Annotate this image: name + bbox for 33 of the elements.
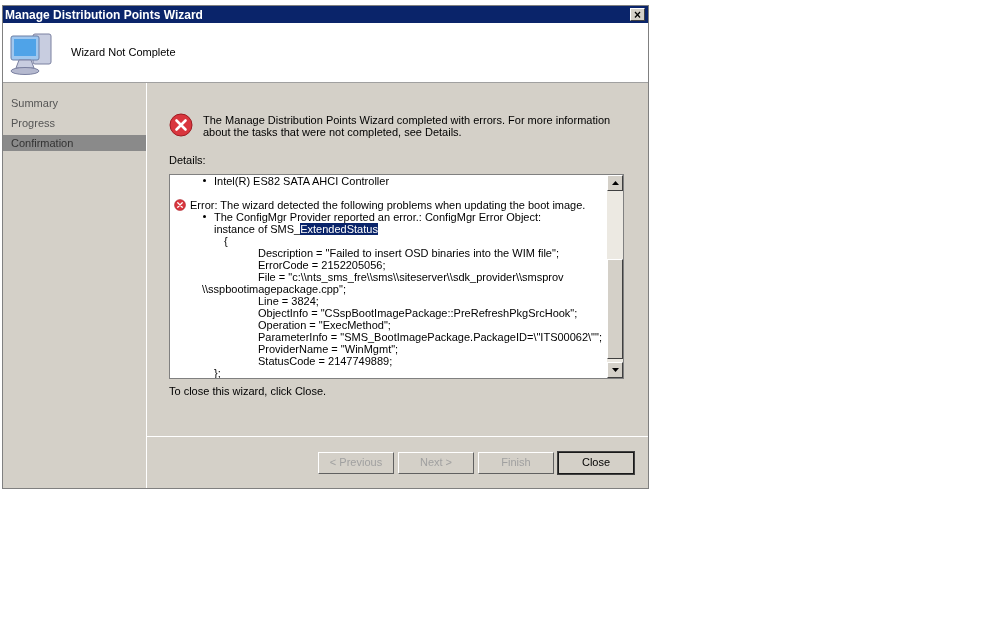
property-line: Operation = "ExecMethod";: [258, 318, 391, 331]
property-line: Description = "Failed to insert OSD binaries into the WIM file";: [258, 246, 559, 259]
window-title: Manage Distribution Points Wizard: [5, 8, 203, 21]
device-name: Intel(R) ES82 SATA AHCI Controller: [214, 174, 390, 187]
property-line: File = "c:\\nts_sms_fre\\sms\\siteserver\\sdk_provider\\smsprov: [258, 270, 564, 283]
scroll-thumb[interactable]: [607, 258, 623, 359]
property-line: ErrorCode = 2152205056;: [258, 258, 386, 271]
wizard-button[interactable]: Close: [558, 451, 634, 474]
instance-line: instance of SMS_ExtendedStatus: [214, 222, 378, 235]
bullet-text: The ConfigMgr Provider reported an error.: ConfigMgr Error Object:: [214, 210, 542, 223]
close-button[interactable]: ×: [630, 8, 645, 21]
property-line: ProviderName = "WinMgmt";: [258, 342, 399, 355]
bullet-icon: [203, 179, 206, 182]
sidebar-item[interactable]: Confirmation: [3, 135, 146, 151]
close-hint: To close this wizard, click Close.: [169, 383, 328, 399]
scroll-down-icon[interactable]: [611, 367, 619, 372]
property-line: Line = 3824;: [258, 294, 319, 307]
property-line: \\sspbootimagepackage.cpp";: [202, 282, 346, 295]
scrollbar[interactable]: [607, 174, 623, 378]
error-icon: [169, 113, 193, 137]
scroll-up-icon[interactable]: [611, 180, 619, 185]
error-message: The Manage Distribution Points Wizard completed with errors. For more information about the tasks that were not completed, see Details.: [203, 113, 612, 138]
details-label: Details:: [169, 153, 207, 168]
error-line: Error: The wizard detected the following problems when updating the boot image.: [190, 198, 586, 211]
open-brace: {: [224, 234, 228, 247]
property-line: ParameterInfo = "SMS_BootImagePackage.PackageID=\"ITS00062\"";: [258, 330, 602, 343]
property-line: StatusCode = 2147749889;: [258, 354, 393, 367]
bullet-icon: [203, 215, 206, 218]
error-icon: [174, 198, 186, 211]
sidebar-item[interactable]: Progress: [3, 115, 146, 131]
sidebar-item[interactable]: Summary: [3, 95, 146, 111]
property-line: ObjectInfo = "CSspBootImagePackage::PreRefreshPkgSrcHook";: [258, 306, 578, 319]
wizard-heading: Wizard Not Complete: [71, 45, 176, 61]
